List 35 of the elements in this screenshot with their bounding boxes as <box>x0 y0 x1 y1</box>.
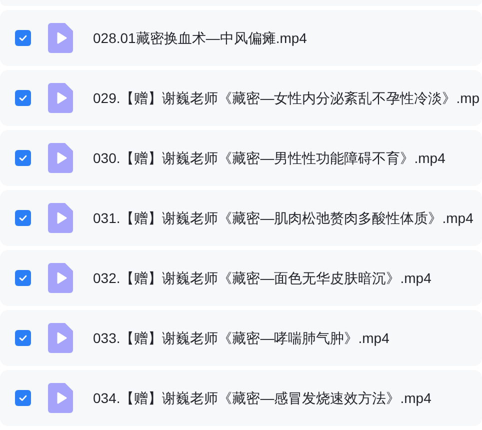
checkmark-icon <box>18 273 28 283</box>
video-file-icon <box>48 323 73 353</box>
file-name: 029.【赠】谢巍老师《藏密—女性内分泌紊乱不孕性冷淡》.mp <box>93 88 480 108</box>
video-file-icon <box>48 83 73 113</box>
video-file-icon <box>48 143 73 173</box>
file-row[interactable]: 031.【赠】谢巍老师《藏密—肌肉松弛赘肉多酸性体质》.mp4 <box>0 190 482 246</box>
checkbox[interactable] <box>15 330 31 346</box>
file-name: 032.【赠】谢巍老师《藏密—面色无华皮肤暗沉》.mp4 <box>93 268 432 288</box>
video-file-icon <box>48 203 73 233</box>
file-row[interactable]: 030.【赠】谢巍老师《藏密—男性性功能障碍不育》.mp4 <box>0 130 482 186</box>
file-name: 030.【赠】谢巍老师《藏密—男性性功能障碍不育》.mp4 <box>93 148 446 168</box>
file-name: 028.01藏密换血术—中风偏瘫.mp4 <box>93 28 307 48</box>
checkmark-icon <box>18 93 28 103</box>
file-row[interactable]: 029.【赠】谢巍老师《藏密—女性内分泌紊乱不孕性冷淡》.mp <box>0 70 482 126</box>
checkmark-icon <box>18 393 28 403</box>
checkbox[interactable] <box>15 270 31 286</box>
checkbox[interactable] <box>15 90 31 106</box>
video-file-icon <box>48 383 73 413</box>
file-row[interactable]: 028.01藏密换血术—中风偏瘫.mp4 <box>0 10 482 66</box>
file-row[interactable]: 034.【赠】谢巍老师《藏密—感冒发烧速效方法》.mp4 <box>0 370 482 426</box>
checkmark-icon <box>18 153 28 163</box>
file-name: 034.【赠】谢巍老师《藏密—感冒发烧速效方法》.mp4 <box>93 388 432 408</box>
file-name: 031.【赠】谢巍老师《藏密—肌肉松弛赘肉多酸性体质》.mp4 <box>93 208 474 228</box>
checkbox[interactable] <box>15 210 31 226</box>
checkmark-icon <box>18 333 28 343</box>
checkmark-icon <box>18 213 28 223</box>
file-row[interactable]: 032.【赠】谢巍老师《藏密—面色无华皮肤暗沉》.mp4 <box>0 250 482 306</box>
file-name: 033.【赠】谢巍老师《藏密—哮喘肺气肿》.mp4 <box>93 328 390 348</box>
checkbox[interactable] <box>15 390 31 406</box>
checkmark-icon <box>18 33 28 43</box>
file-row[interactable]: 033.【赠】谢巍老师《藏密—哮喘肺气肿》.mp4 <box>0 310 482 366</box>
video-file-icon <box>48 263 73 293</box>
checkbox[interactable] <box>15 30 31 46</box>
video-file-icon <box>48 23 73 53</box>
checkbox[interactable] <box>15 150 31 166</box>
